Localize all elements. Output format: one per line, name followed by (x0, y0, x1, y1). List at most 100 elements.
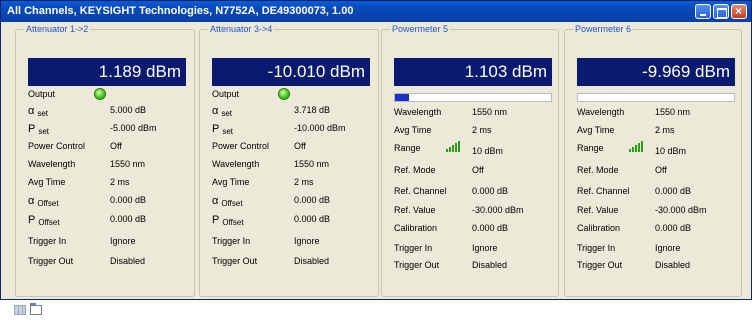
p-set-value[interactable]: -5.000 dBm (110, 123, 157, 133)
wavelength-label: Wavelength (394, 107, 442, 117)
alpha-set-label: set (221, 109, 233, 118)
p-symbol: P (212, 123, 220, 135)
window-title-prefix: All Channels, (7, 5, 77, 17)
range-label: Range (394, 143, 421, 153)
alpha-offset-value[interactable]: 0.000 dB (110, 195, 146, 205)
power-level-bar (577, 93, 735, 102)
alpha-set-value[interactable]: 3.718 dB (294, 105, 330, 115)
ref-value-value[interactable]: -30.000 dBm (655, 205, 707, 215)
panel-title: Powermeter 5 (390, 24, 451, 34)
power-display: 1.103 dBm (394, 58, 552, 86)
alpha-symbol: α (212, 105, 219, 117)
panel-attenuator-3-4: Attenuator 3->4 -10.010 dBm Output α set … (199, 24, 379, 297)
ref-channel-value[interactable]: 0.000 dB (655, 186, 691, 196)
window-title-instrument: KEYSIGHT Technologies, N7752A, DE4930007… (79, 5, 354, 17)
trigger-in-value[interactable]: Ignore (655, 243, 681, 253)
trigger-in-label: Trigger In (28, 236, 67, 246)
avg-time-value[interactable]: 2 ms (294, 177, 314, 187)
trigger-out-label: Trigger Out (577, 260, 623, 270)
panel-title: Attenuator 1->2 (24, 24, 91, 34)
calibration-label: Calibration (394, 223, 438, 233)
panel-title: Attenuator 3->4 (208, 24, 275, 34)
p-symbol: P (212, 214, 220, 226)
avg-time-label: Avg Time (577, 125, 615, 135)
trigger-out-value[interactable]: Disabled (294, 256, 329, 266)
alpha-symbol: α (212, 195, 219, 207)
avg-time-label: Avg Time (394, 125, 432, 135)
power-control-label: Power Control (28, 141, 86, 151)
p-offset-value[interactable]: 0.000 dB (294, 214, 330, 224)
trigger-in-value[interactable]: Ignore (294, 236, 320, 246)
all-channels-window: All Channels, KEYSIGHT Technologies, N77… (0, 0, 752, 300)
alpha-set-label: set (37, 109, 49, 118)
p-set-label: set (222, 127, 234, 136)
panel-powermeter-6: Powermeter 6 -9.969 dBm Wavelength 1550 … (564, 24, 742, 297)
output-label: Output (28, 89, 56, 99)
close-icon: × (735, 4, 743, 18)
avg-time-label: Avg Time (28, 177, 66, 187)
p-offset-label: Offset (38, 218, 60, 227)
panel-powermeter-5: Powermeter 5 1.103 dBm Wavelength 1550 n… (381, 24, 559, 297)
p-symbol: P (28, 214, 36, 226)
wavelength-value[interactable]: 1550 nm (110, 159, 145, 169)
wavelength-value[interactable]: 1550 nm (294, 159, 329, 169)
avg-time-value[interactable]: 2 ms (472, 125, 492, 135)
ref-channel-label: Ref. Channel (577, 186, 630, 196)
range-value[interactable]: 10 dBm (472, 146, 503, 156)
power-level-bar (394, 93, 552, 102)
avg-time-value[interactable]: 2 ms (110, 177, 130, 187)
ref-mode-value[interactable]: Off (472, 165, 484, 175)
signal-bars-icon[interactable] (629, 141, 643, 152)
trigger-out-label: Trigger Out (212, 256, 258, 266)
panel-title: Powermeter 6 (573, 24, 634, 34)
calibration-value[interactable]: 0.000 dB (655, 223, 691, 233)
grid-view-icon[interactable] (14, 305, 26, 315)
p-set-label: set (38, 127, 50, 136)
output-label: Output (212, 89, 240, 99)
p-symbol: P (28, 123, 36, 135)
power-control-label: Power Control (212, 141, 270, 151)
p-offset-value[interactable]: 0.000 dB (110, 214, 146, 224)
trigger-in-label: Trigger In (394, 243, 433, 253)
title-bar[interactable]: All Channels, KEYSIGHT Technologies, N77… (1, 1, 751, 22)
calibration-value[interactable]: 0.000 dB (472, 223, 508, 233)
ref-mode-label: Ref. Mode (394, 165, 436, 175)
close-button[interactable]: × (731, 4, 747, 19)
ref-mode-value[interactable]: Off (655, 165, 667, 175)
trigger-in-value[interactable]: Ignore (110, 236, 136, 246)
maximize-button[interactable] (713, 4, 729, 19)
power-level-fill (395, 94, 410, 101)
signal-bars-icon[interactable] (446, 141, 460, 152)
wavelength-label: Wavelength (28, 159, 76, 169)
trigger-out-value[interactable]: Disabled (110, 256, 145, 266)
wavelength-value[interactable]: 1550 nm (655, 107, 690, 117)
power-control-value[interactable]: Off (294, 141, 306, 151)
power-display: -9.969 dBm (577, 58, 735, 86)
trigger-out-value[interactable]: Disabled (655, 260, 690, 270)
window-title: All Channels, KEYSIGHT Technologies, N77… (7, 5, 353, 17)
range-value[interactable]: 10 dBm (655, 146, 686, 156)
ref-value-label: Ref. Value (577, 205, 619, 215)
output-led-icon[interactable] (278, 88, 290, 100)
calibration-label: Calibration (577, 223, 621, 233)
minimize-button[interactable] (695, 4, 711, 19)
power-display: -10.010 dBm (212, 58, 370, 86)
alpha-offset-label: Offset (221, 199, 243, 208)
power-control-value[interactable]: Off (110, 141, 122, 151)
p-set-value[interactable]: -10.000 dBm (294, 123, 346, 133)
range-label: Range (577, 143, 604, 153)
power-display: 1.189 dBm (28, 58, 186, 86)
trigger-out-value[interactable]: Disabled (472, 260, 507, 270)
trigger-in-value[interactable]: Ignore (472, 243, 498, 253)
ref-channel-value[interactable]: 0.000 dB (472, 186, 508, 196)
wavelength-value[interactable]: 1550 nm (472, 107, 507, 117)
output-led-icon[interactable] (94, 88, 106, 100)
ref-mode-label: Ref. Mode (577, 165, 619, 175)
ref-value-label: Ref. Value (394, 205, 436, 215)
ref-value-value[interactable]: -30.000 dBm (472, 205, 524, 215)
folder-icon[interactable] (30, 303, 42, 315)
alpha-set-value[interactable]: 5.000 dB (110, 105, 146, 115)
avg-time-value[interactable]: 2 ms (655, 125, 675, 135)
alpha-offset-value[interactable]: 0.000 dB (294, 195, 330, 205)
alpha-symbol: α (28, 195, 35, 207)
